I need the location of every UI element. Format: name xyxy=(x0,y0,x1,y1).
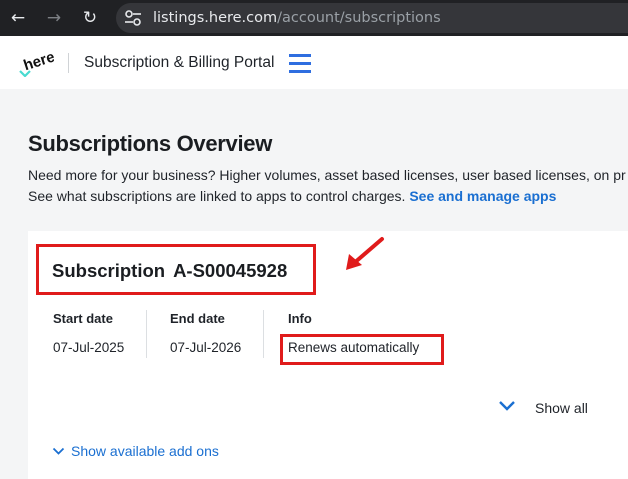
show-available-add-ons-button[interactable]: Show available add ons xyxy=(52,442,232,462)
description-line-1: Need more for your business? Higher volu… xyxy=(28,167,626,183)
url-text: listings.here.com/account/subscriptions xyxy=(153,10,441,26)
forward-arrow-icon[interactable]: → xyxy=(42,6,66,30)
page-title: Subscriptions Overview xyxy=(28,131,273,156)
header-divider xyxy=(68,53,69,73)
back-arrow-icon[interactable]: ← xyxy=(6,6,30,30)
highlight-box-subscription-title xyxy=(36,244,316,295)
address-bar[interactable]: listings.here.com/account/subscriptions xyxy=(116,3,628,33)
see-and-manage-apps-link[interactable]: See and manage apps xyxy=(409,188,556,204)
app-header: here Subscription & Billing Portal xyxy=(0,36,628,89)
svg-text:here: here xyxy=(21,51,54,74)
column-divider xyxy=(146,310,147,358)
hamburger-menu-icon[interactable] xyxy=(289,54,311,73)
highlight-box-info xyxy=(280,334,444,365)
site-settings-icon[interactable] xyxy=(122,8,144,28)
column-divider xyxy=(263,310,264,358)
start-date-value: 07-Jul-2025 xyxy=(53,340,125,355)
description-line-2-text: See what subscriptions are linked to app… xyxy=(28,188,410,204)
show-all-label: Show all xyxy=(535,400,588,416)
description-line-2: See what subscriptions are linked to app… xyxy=(28,188,556,204)
url-path: /account/subscriptions xyxy=(277,10,441,26)
info-label: Info xyxy=(288,311,312,326)
reload-icon[interactable]: ↻ xyxy=(78,6,102,30)
url-host: listings.here.com xyxy=(153,10,278,26)
end-date-value: 07-Jul-2026 xyxy=(170,340,242,355)
show-available-add-ons-label: Show available add ons xyxy=(71,443,219,459)
start-date-label: Start date xyxy=(53,311,113,326)
chevron-down-icon xyxy=(52,447,65,455)
show-all-button[interactable]: Show all xyxy=(498,398,594,420)
end-date-label: End date xyxy=(170,311,225,326)
browser-toolbar: ← → ↻ listings.here.com/account/subscrip… xyxy=(0,0,628,36)
here-logo[interactable]: here xyxy=(18,51,54,77)
chevron-down-icon xyxy=(499,401,515,411)
annotation-arrow-icon xyxy=(346,237,384,270)
portal-title: Subscription & Billing Portal xyxy=(84,54,275,71)
